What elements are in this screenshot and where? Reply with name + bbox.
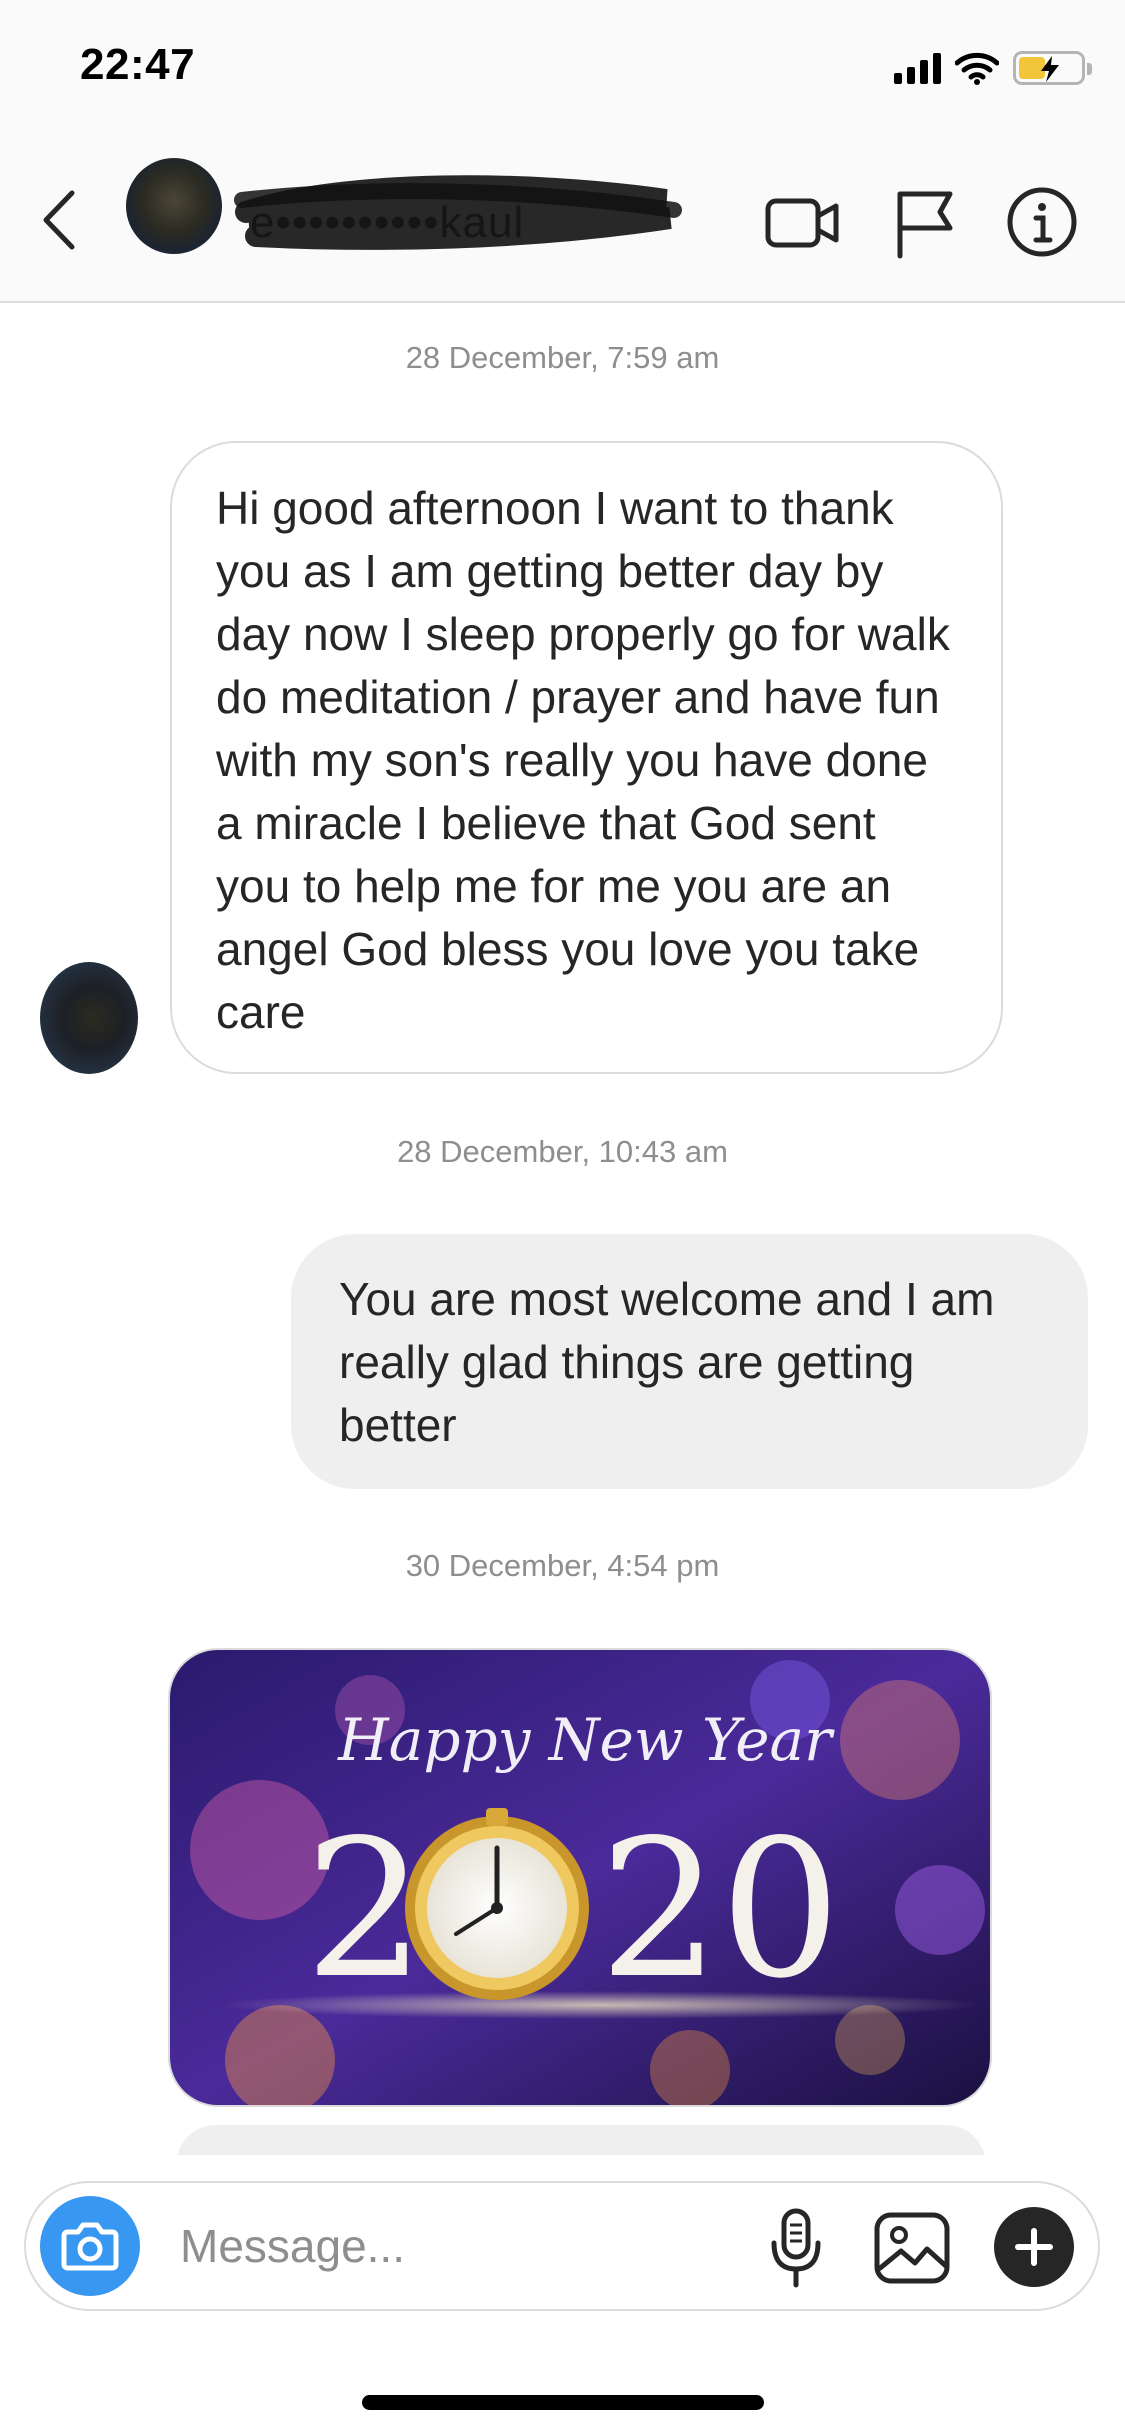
plus-icon xyxy=(1015,2228,1053,2266)
image-caption-happy-new-year: Happy New Year xyxy=(337,1706,835,1774)
conversation-header: e••••••••••kaul xyxy=(0,140,1125,303)
status-icons xyxy=(894,48,1092,88)
sender-avatar[interactable] xyxy=(40,962,138,1074)
message-timestamp: 30 December, 4:54 pm xyxy=(405,1548,720,1583)
camera-button[interactable] xyxy=(40,2196,140,2296)
message-timestamp: 28 December, 7:59 am xyxy=(405,340,720,375)
message-text: Hi good afternoon I want to thank you as… xyxy=(216,482,950,1038)
redaction-scribble xyxy=(234,175,682,250)
happy-new-year-2020-image: Happy New Year 2 20 xyxy=(170,1650,990,2105)
more-options-button[interactable] xyxy=(994,2207,1074,2287)
image-message[interactable]: Happy New Year 2 20 xyxy=(168,1648,992,2107)
outgoing-message-bubble[interactable]: You are most welcome and I am really gla… xyxy=(291,1234,1088,1489)
home-indicator[interactable] xyxy=(362,2395,764,2410)
incoming-message-bubble[interactable]: Hi good afternoon I want to thank you as… xyxy=(170,441,1003,1074)
message-composer xyxy=(24,2181,1100,2311)
image-year-right: 20 xyxy=(599,1799,841,2020)
microphone-icon[interactable] xyxy=(761,2205,831,2291)
info-icon[interactable] xyxy=(1002,182,1082,262)
camera-icon xyxy=(61,2222,119,2271)
status-time: 22:47 xyxy=(80,40,196,89)
contact-avatar[interactable] xyxy=(126,158,222,254)
message-text: You are most welcome and I am really gla… xyxy=(339,1273,995,1451)
status-bar: 22:47 xyxy=(0,0,1125,140)
back-button[interactable] xyxy=(30,185,90,255)
cellular-signal-icon xyxy=(894,52,941,84)
message-timestamp: 28 December, 10:43 am xyxy=(397,1134,728,1169)
gallery-icon[interactable] xyxy=(871,2207,953,2289)
flag-icon[interactable] xyxy=(886,182,966,262)
wifi-icon xyxy=(955,52,999,85)
battery-icon xyxy=(1013,51,1092,85)
video-camera-icon[interactable] xyxy=(762,182,842,262)
message-input[interactable] xyxy=(180,2211,740,2281)
